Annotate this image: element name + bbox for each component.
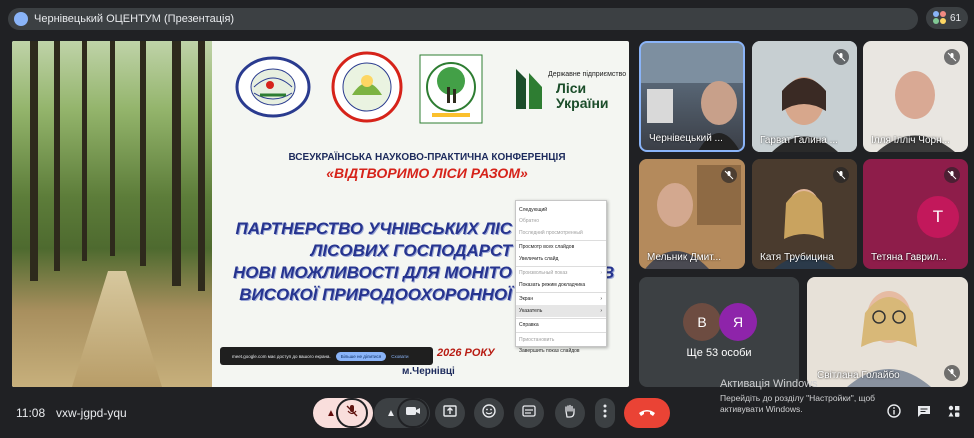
chevron-right-icon: ›	[600, 270, 602, 277]
more-participants-tile[interactable]: B Я Ще 53 особи	[639, 277, 799, 387]
avatar: T	[917, 196, 959, 238]
mic-off-icon	[721, 167, 737, 183]
captions-button[interactable]	[514, 398, 544, 428]
presentation-title: Чернівецький ОЦЕНТУМ (Презентація)	[34, 13, 235, 25]
slide-headline-3: НОВІ МОЖЛИВОСТІ ДЛЯ МОНІТО	[232, 263, 512, 282]
share-banner-text: meet.google.com має доступ до вашого екр…	[232, 353, 331, 359]
conference-line: ВСЕУКРАЇНСЬКА НАУКОВО-ПРАКТИЧНА КОНФЕРЕН…	[288, 152, 566, 163]
mic-off-icon	[833, 167, 849, 183]
participant-tile[interactable]: Катя Трубицина	[752, 159, 857, 269]
mic-toggle-button[interactable]	[336, 398, 368, 428]
participant-name: Світлана Голайбо	[817, 370, 900, 381]
avatar: Я	[719, 303, 757, 341]
activities-button[interactable]	[946, 405, 962, 421]
emoji-icon	[482, 403, 496, 423]
meet-icon	[14, 12, 28, 26]
hide-banner-button[interactable]: Сховати	[391, 354, 408, 359]
slide-year: 2026 РОКУ	[437, 347, 495, 359]
participant-tile[interactable]: Гарват Галина ...	[752, 41, 857, 152]
mic-off-icon	[345, 404, 359, 423]
ctx-item-pause[interactable]: Приостановить	[516, 334, 606, 346]
participant-tile[interactable]: Світлана Голайбо	[807, 277, 968, 387]
chevron-right-icon: ›	[600, 307, 602, 314]
end-call-icon	[637, 404, 657, 422]
screen-share-banner: meet.google.com має доступ до вашого екр…	[220, 347, 433, 365]
present-icon	[443, 404, 457, 422]
more-icon	[603, 404, 607, 423]
slide-city: м.Чернівці	[402, 366, 455, 377]
lisy-title: Ліси України	[556, 80, 609, 111]
participant-tile[interactable]: Мельник Дмит...	[639, 159, 745, 269]
camera-icon	[405, 404, 421, 422]
mic-off-icon	[944, 49, 960, 65]
ctx-item-custom-show[interactable]: Произвольный показ ›	[516, 268, 606, 280]
avatar: B	[683, 303, 721, 341]
ctx-item-back[interactable]: Обратно	[516, 216, 606, 228]
mic-off-icon	[944, 365, 960, 381]
chevron-right-icon: ›	[600, 296, 602, 303]
participant-tile[interactable]: Ілля Ілліч Чорн...	[863, 41, 968, 152]
info-icon	[887, 403, 901, 423]
presented-slide[interactable]: Державне підприємство Ліси України ВСЕУК…	[12, 41, 629, 387]
participant-tile[interactable]: T Тетяна Гаврил...	[863, 159, 968, 269]
stop-sharing-button[interactable]: Більше не ділитися	[335, 351, 387, 361]
participants-chip[interactable]: 61	[926, 7, 968, 29]
logo-student-center	[330, 51, 404, 123]
slide-headline-2: ЛІСОВИХ ГОСПОДАРСТ	[310, 241, 512, 260]
meeting-info-button[interactable]	[886, 403, 902, 423]
reactions-button[interactable]	[474, 398, 504, 428]
participant-name: Гарват Галина ...	[760, 135, 838, 146]
participant-name: Катя Трубицина	[760, 252, 834, 263]
more-options-button[interactable]	[595, 398, 615, 428]
logo-lisy-ukrainy	[512, 65, 546, 111]
chat-icon	[917, 404, 931, 423]
presentation-title-bar[interactable]: Чернівецький ОЦЕНТУМ (Презентація)	[8, 8, 918, 30]
chat-button[interactable]	[916, 405, 932, 421]
present-button[interactable]	[435, 398, 465, 428]
hand-icon	[563, 404, 577, 423]
more-participants-label: Ще 53 особи	[686, 347, 752, 359]
participant-name: Мельник Дмит...	[647, 252, 722, 263]
logo-forest-society	[416, 53, 486, 125]
ctx-item-presenter-view[interactable]: Показать режим докладчика	[516, 279, 606, 291]
ctx-item-help[interactable]: Справка	[516, 320, 606, 332]
raise-hand-button[interactable]	[555, 398, 585, 428]
ctx-item-zoom[interactable]: Увеличить слайд	[516, 253, 606, 265]
mic-off-icon	[833, 49, 849, 65]
ctx-item-screen[interactable]: Экран ›	[516, 294, 606, 306]
ctx-item-last-viewed[interactable]: Последний просмотренный	[516, 227, 606, 239]
chevron-up-icon: ▲	[386, 407, 396, 419]
ctx-item-end-show[interactable]: Завершить показ слайдов	[516, 346, 606, 358]
end-call-button[interactable]	[624, 398, 670, 428]
meeting-code: vxw-jgpd-yqu	[56, 406, 127, 420]
participant-tile[interactable]: Чернівецький ...	[639, 41, 745, 152]
people-icon	[932, 11, 947, 25]
ctx-item-pointer[interactable]: Указатель ›	[516, 305, 606, 317]
participant-name: Чернівецький ...	[649, 133, 723, 144]
mic-off-icon	[944, 167, 960, 183]
lisy-subtitle: Державне підприємство	[548, 71, 627, 78]
chevron-up-icon: ▲	[326, 407, 336, 419]
slide-headline-1: ПАРТНЕРСТВО УЧНІВСЬКИХ ЛІС	[235, 219, 512, 238]
ctx-item-next[interactable]: Следующий	[516, 204, 606, 216]
windows-activation-text: Перейдіть до розділу "Настройки", щоб ак…	[720, 393, 876, 414]
conference-title: «ВІДТВОРИМО ЛІСИ РАЗОМ»	[326, 165, 528, 181]
meet-window: Чернівецький ОЦЕНТУМ (Презентація) 61 Де…	[0, 0, 974, 438]
participant-name: Ілля Ілліч Чорн...	[871, 135, 950, 146]
participant-name: Тетяна Гаврил...	[871, 252, 947, 263]
camera-toggle-button[interactable]	[397, 398, 429, 428]
captions-icon	[522, 404, 536, 422]
slide-headline-4: ВИСОКОЇ ПРИРОДООХОРОННОЇ	[239, 285, 512, 304]
ctx-item-all-slides[interactable]: Просмотр всех слайдов	[516, 242, 606, 254]
logo-ecology-center	[234, 55, 312, 119]
participant-count: 61	[949, 12, 962, 24]
forest-image	[12, 41, 212, 387]
clock: 11:08	[16, 406, 46, 420]
activities-icon	[947, 404, 961, 423]
slideshow-context-menu: Следующий Обратно Последний просмотренны…	[515, 200, 607, 354]
windows-activation-title: Активація Windows	[720, 378, 818, 390]
